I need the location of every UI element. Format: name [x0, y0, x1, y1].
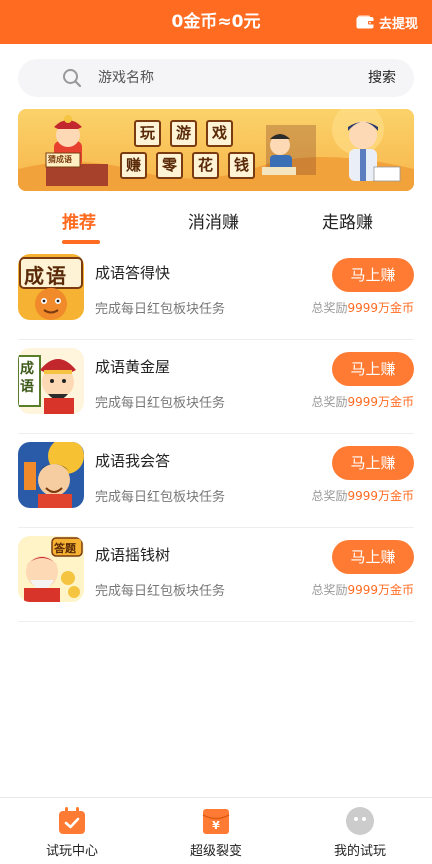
game-item[interactable]: 成语我会答 完成每日红包板块任务 马上赚 总奖励9999万金币: [18, 434, 414, 528]
reward-amount: 9999万金币: [347, 583, 414, 597]
tab-xiaoxiao[interactable]: 消消赚: [188, 206, 239, 240]
game-task: 完成每日红包板块任务: [95, 584, 226, 599]
nav-label: 我的试玩: [333, 844, 386, 859]
icon-text: 答题: [54, 542, 76, 555]
nav-label: 超级裂变: [189, 844, 242, 859]
game-task: 完成每日红包板块任务: [95, 396, 226, 411]
earn-now-button[interactable]: 马上赚: [332, 352, 414, 386]
nav-my-trials[interactable]: 我的试玩: [300, 798, 420, 864]
game-item[interactable]: 成语 成语黄金屋 完成每日红包板块任务 马上赚 总奖励9999万金币: [18, 340, 414, 434]
banner-badge: 猜成语: [48, 155, 72, 164]
category-tabs: 推荐 消消赚 走路赚: [0, 206, 432, 246]
calendar-check-icon: [59, 807, 85, 834]
active-tab-indicator: [62, 240, 100, 244]
banner-tile: 钱: [228, 152, 255, 179]
reward-text: 总奖励9999万金币: [311, 393, 414, 410]
icon-text: 成语: [20, 361, 34, 395]
tab-recommended[interactable]: 推荐: [62, 206, 96, 240]
nav-trial-center[interactable]: 试玩中心: [12, 798, 132, 864]
nav-label: 试玩中心: [45, 844, 98, 859]
withdraw-button[interactable]: 去提现: [356, 12, 418, 32]
game-list: 成语 成语答得快 完成每日红包板块任务 马上赚 总奖励9999万金币 成语 成语…: [18, 246, 414, 622]
banner-tile: 赚: [120, 152, 147, 179]
chengyu-huangjinwu-icon: 成语: [18, 348, 84, 414]
earn-now-button[interactable]: 马上赚: [332, 540, 414, 574]
reward-amount: 9999万金币: [347, 489, 414, 503]
nav-super-fission[interactable]: ¥ 超级裂变: [156, 798, 276, 864]
chengyu-dadekuai-icon: 成语: [18, 254, 84, 320]
reward-prefix: 总奖励: [311, 583, 348, 597]
banner-slogan: 玩 游 戏 赚 零 花 钱: [120, 119, 280, 183]
search-bar: 搜索: [18, 59, 414, 97]
yuan-envelope-icon: ¥: [202, 809, 230, 834]
reward-text: 总奖励9999万金币: [311, 299, 414, 316]
top-bar: 0金币≈0元 去提现: [0, 0, 432, 44]
reward-text: 总奖励9999万金币: [311, 487, 414, 504]
search-icon: [63, 69, 82, 88]
game-task: 完成每日红包板块任务: [95, 302, 226, 317]
search-input[interactable]: [98, 59, 338, 97]
banner-tile: 花: [192, 152, 219, 179]
avatar-icon: [346, 807, 374, 835]
earn-now-button[interactable]: 马上赚: [332, 446, 414, 480]
game-name: 成语摇钱树: [95, 546, 171, 564]
search-button[interactable]: 搜索: [368, 59, 396, 97]
reward-text: 总奖励9999万金币: [311, 581, 414, 598]
game-item[interactable]: 答题 成语摇钱树 完成每日红包板块任务 马上赚 总奖励9999万金币: [18, 528, 414, 622]
earn-now-button[interactable]: 马上赚: [332, 258, 414, 292]
banner-tile: 戏: [206, 120, 233, 147]
tab-walking[interactable]: 走路赚: [322, 206, 373, 240]
svg-text:¥: ¥: [212, 819, 220, 832]
game-task: 完成每日红包板块任务: [95, 490, 226, 505]
game-item[interactable]: 成语 成语答得快 完成每日红包板块任务 马上赚 总奖励9999万金币: [18, 246, 414, 340]
bottom-nav: 试玩中心 ¥ 超级裂变 我的试玩: [0, 797, 432, 864]
reward-amount: 9999万金币: [347, 301, 414, 315]
game-name: 成语答得快: [95, 264, 171, 282]
banner-tile: 零: [156, 152, 183, 179]
reward-amount: 9999万金币: [347, 395, 414, 409]
banner-tile: 游: [170, 120, 197, 147]
wallet-icon: [356, 15, 374, 29]
reward-prefix: 总奖励: [311, 489, 348, 503]
game-name: 成语黄金屋: [95, 358, 171, 376]
promo-banner[interactable]: 猜成语 玩 游 戏 赚 零 花 钱: [18, 109, 414, 191]
chengyu-wohuida-icon: [18, 442, 84, 508]
game-name: 成语我会答: [95, 452, 171, 470]
chengyu-yaoqianshu-icon: 答题: [18, 536, 84, 602]
reward-prefix: 总奖励: [311, 395, 348, 409]
withdraw-label: 去提现: [378, 16, 418, 32]
banner-tile: 玩: [134, 120, 161, 147]
reward-prefix: 总奖励: [311, 301, 348, 315]
icon-text: 成语: [24, 264, 68, 288]
